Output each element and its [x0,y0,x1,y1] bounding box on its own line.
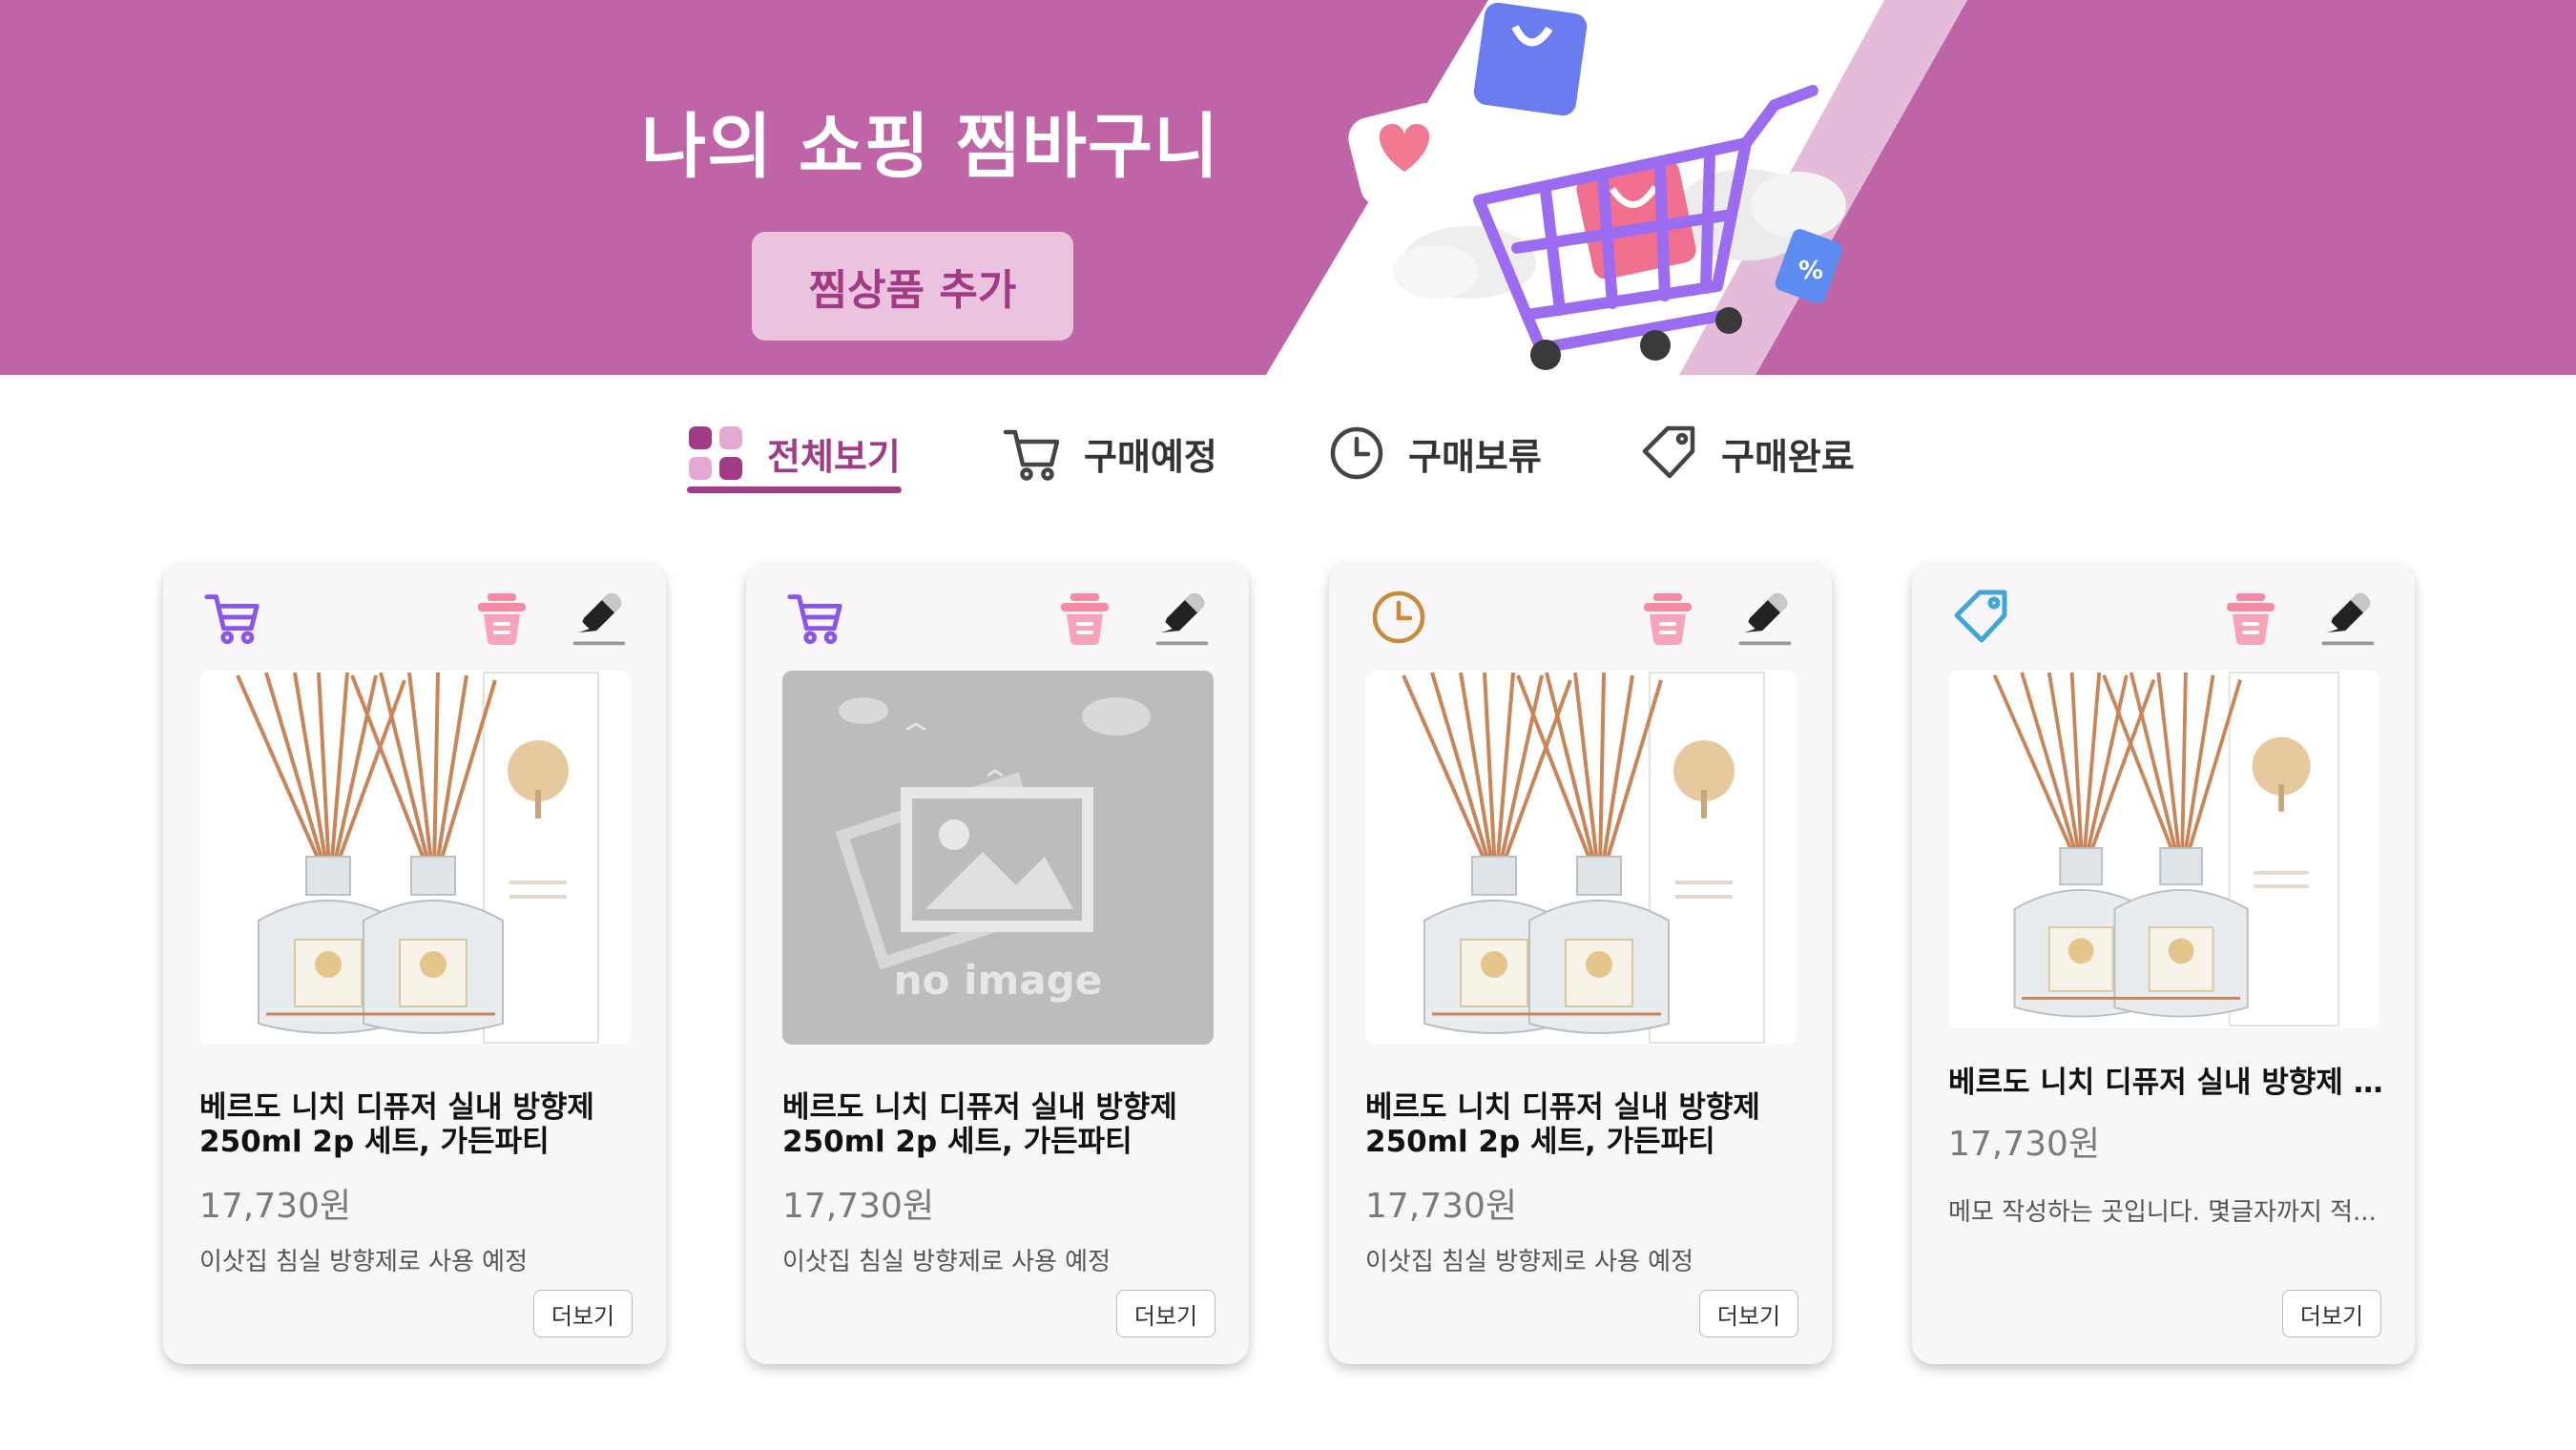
svg-text:%: % [1798,257,1823,285]
tab-completed[interactable]: 구매완료 [1639,410,1855,496]
tag-icon [1948,584,2015,651]
product-memo: 메모 작성하는 곳입니다. 몇글자까지 적... [1948,1198,2377,1227]
banner-stripe [1266,0,2576,375]
tab-on-hold[interactable]: 구매보류 [1326,410,1542,496]
product-memo: 이삿집 침실 방향제로 사용 예정 [199,1248,529,1276]
more-button[interactable]: 더보기 [533,1290,633,1337]
clock-icon [1365,584,1432,651]
pencil-icon[interactable] [1149,582,1215,652]
cart-icon [782,584,849,651]
shopping-cart-illustration: % [1348,2,1846,370]
tab-planned[interactable]: 구매예정 [1002,410,1217,496]
product-price: 17,730원 [1365,1187,1518,1226]
cart-icon [1002,423,1063,484]
trash-icon[interactable] [468,584,535,651]
tab-label: 구매완료 [1721,435,1855,478]
active-tab-indicator [687,487,902,493]
no-image-placeholder: no image [782,671,1214,1045]
product-price: 17,730원 [782,1187,935,1226]
product-name: 베르도 니치 디퓨저 실내 방향제 250ml 2p 세트, 가든파티 [1365,1090,1760,1159]
pencil-icon[interactable] [2315,582,2381,652]
pencil-icon[interactable] [1732,582,1798,652]
product-name: 베르도 니치 디퓨저 실내 방향제 250ml 2p 세트, 가든파티 [782,1090,1177,1159]
wishlist-card[interactable]: no image 베르도 니치 디퓨저 실내 방향제 250ml 2p 세트, … [746,563,1249,1364]
clock-icon [1326,423,1387,484]
product-name: 베르도 니치 디퓨저 실내 방향제 ... [1948,1066,2387,1100]
more-button[interactable]: 더보기 [1116,1290,1215,1337]
product-image [1948,671,2379,1027]
trash-icon[interactable] [1051,584,1118,651]
tab-all[interactable]: 전체보기 [685,410,901,496]
no-image-label: no image [893,957,1103,1004]
wishlist-card[interactable]: 베르도 니치 디퓨저 실내 방향제 ... 17,730원 메모 작성하는 곳입… [1912,563,2415,1364]
grid-icon [685,423,746,484]
add-wishlist-button[interactable]: 찜상품 추가 [752,232,1073,341]
more-button[interactable]: 더보기 [2282,1290,2381,1337]
more-button[interactable]: 더보기 [1699,1290,1798,1337]
cart-icon [199,584,266,651]
tag-icon [1639,423,1700,484]
tab-label: 구매보류 [1408,435,1542,478]
product-price: 17,730원 [199,1187,352,1226]
trash-icon[interactable] [2217,584,2284,651]
product-image [199,671,631,1045]
page-title: 나의 쇼핑 찜바구니 [641,106,1220,188]
header-banner: 나의 쇼핑 찜바구니 찜상품 추가 % [0,0,2576,375]
wishlist-card[interactable]: 베르도 니치 디퓨저 실내 방향제 250ml 2p 세트, 가든파티 17,7… [163,563,666,1364]
product-memo: 이삿집 침실 방향제로 사용 예정 [782,1248,1111,1276]
wishlist-card[interactable]: 베르도 니치 디퓨저 실내 방향제 250ml 2p 세트, 가든파티 17,7… [1329,563,1832,1364]
product-image [1365,671,1797,1045]
product-name: 베르도 니치 디퓨저 실내 방향제 250ml 2p 세트, 가든파티 [199,1090,594,1159]
product-price: 17,730원 [1948,1125,2101,1164]
product-memo: 이삿집 침실 방향제로 사용 예정 [1365,1248,1694,1276]
pencil-icon[interactable] [566,582,633,652]
tab-label: 구매예정 [1084,435,1217,478]
tab-label: 전체보기 [767,435,901,478]
trash-icon[interactable] [1634,584,1701,651]
